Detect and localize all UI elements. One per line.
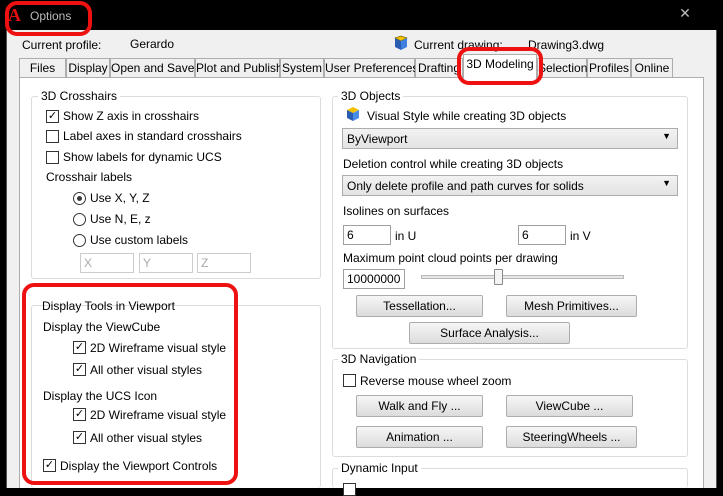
current-profile-label: Current profile: [22,38,102,52]
tab-3d-modeling[interactable]: 3D Modeling [463,54,537,79]
tessellation-button[interactable]: Tessellation... [356,295,483,317]
isolines-u-input[interactable]: 6 [343,225,391,245]
ucs-2d-wireframe-checkbox[interactable]: ✓ [73,408,86,421]
label-axes-checkbox[interactable] [46,130,59,143]
3d-navigation-title: 3D Navigation [338,352,420,366]
show-z-axis-checkbox[interactable]: ✓ [46,110,59,123]
tab-user-preferences[interactable]: User Preferences [324,58,418,78]
chevron-down-icon: ▼ [662,178,671,188]
visual-style-label: Visual Style while creating 3D objects [367,109,567,123]
crosshairs-group-title: 3D Crosshairs [38,89,121,103]
tab-profiles[interactable]: Profiles [587,58,631,78]
crosshairs-group [31,96,321,279]
walk-and-fly-button[interactable]: Walk and Fly ... [356,395,483,417]
reverse-wheel-zoom-checkbox[interactable] [343,374,356,387]
tab-system[interactable]: System [280,58,324,78]
viewcube-button[interactable]: ViewCube ... [506,395,633,417]
viewport-controls-label: Display the Viewport Controls [60,459,218,473]
window-title: Options [30,9,72,23]
chevron-down-icon: ▼ [662,131,671,141]
3d-objects-title: 3D Objects [338,89,404,103]
deletion-control-dropdown[interactable]: Only delete profile and path curves for … [342,175,678,196]
point-cloud-label: Maximum point cloud points per drawing [343,251,558,265]
tab-online[interactable]: Online [631,58,673,78]
viewcube-other-styles-checkbox[interactable]: ✓ [73,363,86,376]
tab-files[interactable]: Files [19,58,66,78]
use-xyz-label: Use X, Y, Z [90,191,150,205]
visual-style-value: ByViewport [347,132,408,146]
crosshair-labels-title: Crosshair labels [46,170,133,184]
tab-open-and-save[interactable]: Open and Save [110,58,195,78]
reverse-wheel-zoom-label: Reverse mouse wheel zoom [360,374,512,388]
mesh-primitives-button[interactable]: Mesh Primitives... [506,295,637,317]
viewcube-other-styles-label: All other visual styles [90,363,203,377]
viewcube-2d-wireframe-checkbox[interactable]: ✓ [73,341,86,354]
use-nez-label: Use N, E, z [90,212,151,226]
ucs-2d-wireframe-label: 2D Wireframe visual style [90,408,227,422]
custom-z-input[interactable]: Z [197,253,251,273]
custom-x-input[interactable]: X [80,253,134,273]
animation-button[interactable]: Animation ... [356,426,483,448]
use-xyz-radio[interactable] [73,192,86,205]
use-custom-labels-label: Use custom labels [90,233,189,247]
display-viewcube-title: Display the ViewCube [43,320,161,334]
display-tools-title: Display Tools in Viewport [42,299,175,313]
deletion-control-value: Only delete profile and path curves for … [347,179,584,193]
steeringwheels-button[interactable]: SteeringWheels ... [506,426,637,448]
use-nez-radio[interactable] [73,213,86,226]
display-ucs-icon-title: Display the UCS Icon [43,389,158,403]
dynamic-input-checkbox[interactable] [343,483,356,496]
autocad-logo-icon[interactable]: A [8,6,26,24]
title-bar [0,0,723,30]
deletion-control-label: Deletion control while creating 3D objec… [343,157,564,171]
dynamic-ucs-labels-checkbox[interactable] [46,151,59,164]
viewport-controls-checkbox[interactable]: ✓ [43,459,56,472]
tab-selection[interactable]: Selection [537,58,587,78]
current-drawing-label: Current drawing: [414,38,503,52]
isolines-u-label: in U [395,229,417,243]
visual-style-icon [347,107,359,121]
current-profile-value: Gerardo [130,37,175,51]
tab-plot-and-publish[interactable]: Plot and Publish [195,58,283,78]
tab-display[interactable]: Display [66,58,110,78]
surface-analysis-button[interactable]: Surface Analysis... [409,322,570,344]
isolines-v-input[interactable]: 6 [518,225,566,245]
isolines-v-label: in V [570,229,591,243]
ucs-other-styles-checkbox[interactable]: ✓ [73,431,86,444]
label-axes-label: Label axes in standard crosshairs [63,129,242,143]
isolines-label: Isolines on surfaces [343,204,450,218]
point-cloud-slider-track[interactable] [421,275,624,279]
dynamic-input-title: Dynamic Input [338,461,421,475]
close-icon[interactable]: ✕ [672,3,698,23]
point-cloud-input[interactable]: 10000000 [343,269,405,289]
point-cloud-slider-thumb[interactable] [493,269,503,285]
visual-style-dropdown[interactable]: ByViewport ▼ [342,128,678,149]
tab-drafting[interactable]: Drafting [415,58,463,78]
show-z-axis-label: Show Z axis in crosshairs [63,109,200,123]
custom-y-input[interactable]: Y [139,253,193,273]
use-custom-labels-radio[interactable] [73,234,86,247]
ucs-other-styles-label: All other visual styles [90,431,203,445]
viewcube-2d-wireframe-label: 2D Wireframe visual style [90,341,227,355]
current-drawing-value: Drawing3.dwg [528,38,605,52]
drawing-icon [394,35,408,50]
dynamic-ucs-labels-label: Show labels for dynamic UCS [63,150,222,164]
